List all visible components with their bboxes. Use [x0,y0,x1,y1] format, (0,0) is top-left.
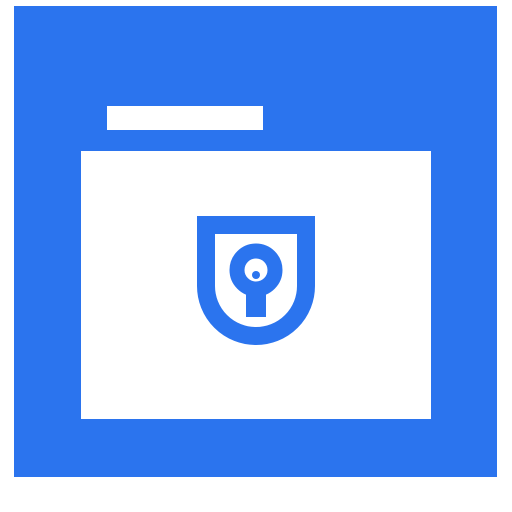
shield-icon [197,216,315,345]
keyhole-icon [229,243,283,317]
shield-outline [197,216,315,345]
